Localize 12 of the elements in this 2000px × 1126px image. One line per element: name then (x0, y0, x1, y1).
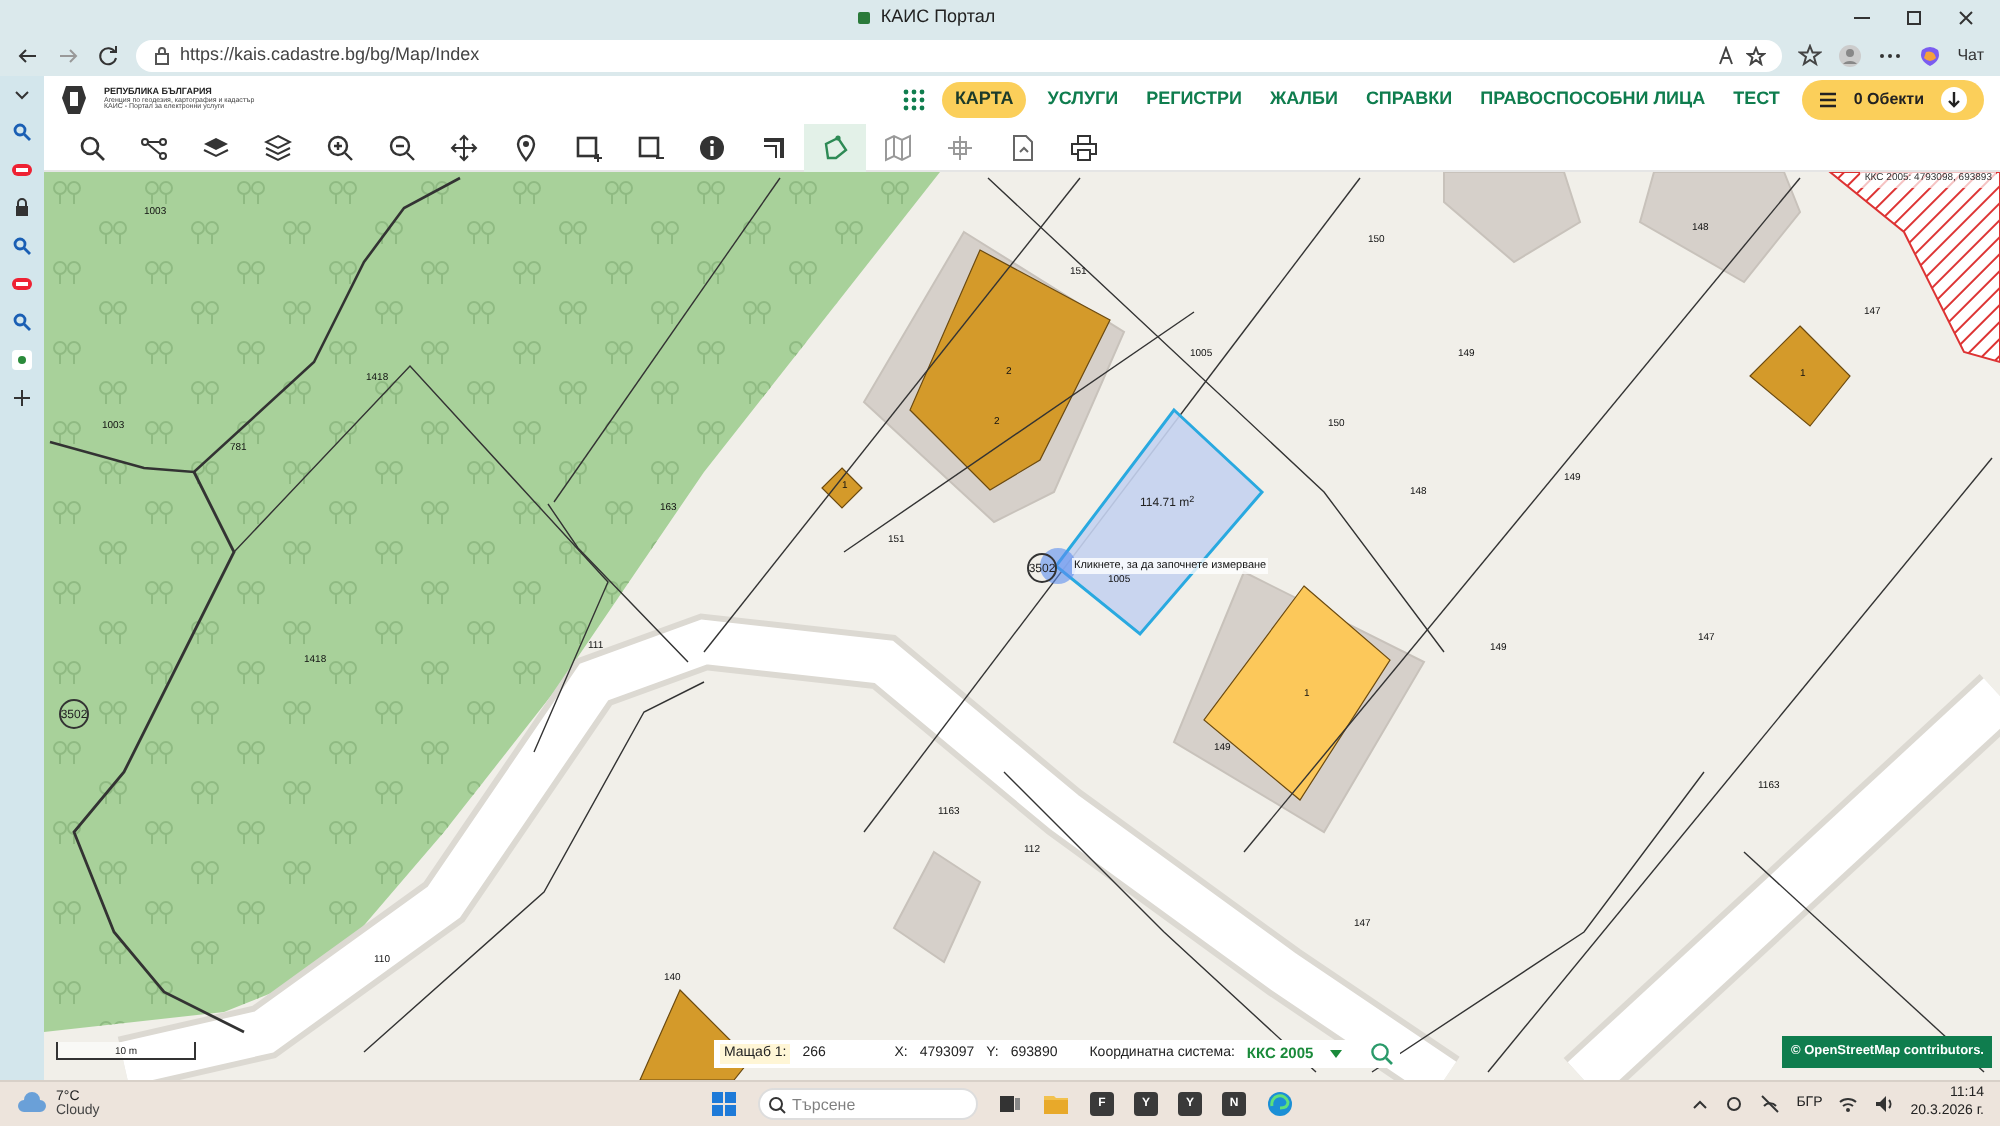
nav-link[interactable]: КАРТА (942, 82, 1026, 118)
taskbar-search-field[interactable]: Търсене (758, 1088, 978, 1120)
nav-link[interactable]: ПРАВОСПОСОБНИ ЛИЦА (1474, 86, 1712, 114)
chat-label[interactable]: Чат (1957, 44, 1984, 68)
window-title: КАИС Портал (880, 4, 996, 31)
nav-link[interactable]: ЖАЛБИ (1263, 86, 1344, 114)
objects-button[interactable]: 0 Обекти (1801, 80, 1984, 120)
address-field[interactable]: https://kais.cadastre.bg/bg/Map/Index (136, 40, 1782, 72)
nav-link[interactable]: ТЕСТ (1727, 86, 1786, 114)
nav-link[interactable]: РЕГИСТРИ (1140, 86, 1248, 114)
nav-link[interactable]: УСЛУГИ (1041, 86, 1125, 114)
nav-link[interactable]: СПРАВКИ (1359, 86, 1459, 114)
